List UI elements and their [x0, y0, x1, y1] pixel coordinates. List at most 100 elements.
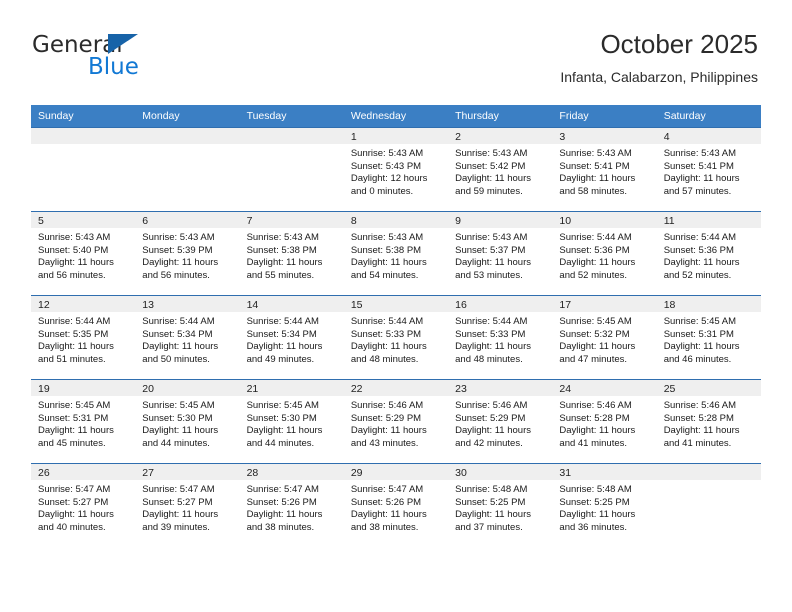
- calendar-day-cell[interactable]: 25 Sunrise: 5:46 AM Sunset: 5:28 PM Dayligh…: [656, 379, 761, 464]
- calendar-day-cell[interactable]: 22 Sunrise: 5:46 AM Sunset: 5:29 PM Dayligh…: [343, 379, 449, 464]
- title-block: October 2025 Infanta, Calabarzon, Philip…: [560, 28, 758, 87]
- day-number: 15: [343, 296, 449, 312]
- calendar-day-cell[interactable]: 8 Sunrise: 5:43 AM Sunset: 5:38 PM Daylight…: [343, 211, 449, 296]
- day-details: Sunrise: 5:45 AM Sunset: 5:30 PM Daylight:…: [135, 396, 239, 450]
- calendar-day-cell[interactable]: 14 Sunrise: 5:44 AM Sunset: 5:34 PM Dayligh…: [239, 295, 344, 380]
- day-sunset-text: Sunset: 5:28 PM: [559, 412, 630, 424]
- day-daylight1-text: Daylight: 11 hours: [38, 257, 114, 269]
- day-details: Sunrise: 5:43 AM Sunset: 5:39 PM Daylight:…: [135, 228, 239, 282]
- calendar-day-cell[interactable]: 10 Sunrise: 5:44 AM Sunset: 5:36 PM Dayligh…: [552, 211, 657, 296]
- day-daylight1-text: Daylight: 11 hours: [663, 257, 740, 269]
- day-daylight1-text: Daylight: 11 hours: [663, 173, 740, 185]
- day-daylight2-text: and 38 minutes.: [350, 521, 419, 533]
- calendar-day-cell[interactable]: 9 Sunrise: 5:43 AM Sunset: 5:37 PM Daylight…: [448, 211, 553, 296]
- day-details: Sunrise: 5:43 AM Sunset: 5:38 PM Daylight:…: [344, 228, 448, 282]
- general-blue-logo[interactable]: General Blue: [32, 32, 242, 92]
- day-number: 19: [31, 380, 136, 396]
- day-sunset-text: Sunset: 5:41 PM: [663, 160, 734, 172]
- day-daylight1-text: Daylight: 11 hours: [142, 341, 219, 353]
- day-number: 5: [31, 212, 136, 228]
- calendar-day-cell[interactable]: 27 Sunrise: 5:47 AM Sunset: 5:27 PM Dayligh…: [135, 463, 240, 547]
- day-daylight1-text: Daylight: 11 hours: [455, 257, 531, 269]
- logo-triangle-icon: [108, 34, 138, 54]
- day-daylight2-text: and 53 minutes.: [455, 269, 523, 281]
- calendar-day-cell[interactable]: 7 Sunrise: 5:43 AM Sunset: 5:38 PM Daylight…: [239, 211, 344, 296]
- calendar-day-cell[interactable]: 12 Sunrise: 5:44 AM Sunset: 5:35 PM Dayligh…: [31, 295, 136, 380]
- day-sunset-text: Sunset: 5:27 PM: [38, 496, 109, 508]
- calendar-day-cell[interactable]: 23 Sunrise: 5:46 AM Sunset: 5:29 PM Dayligh…: [448, 379, 553, 464]
- day-details: Sunrise: 5:45 AM Sunset: 5:30 PM Daylight:…: [240, 396, 344, 450]
- calendar-day-cell[interactable]: 21 Sunrise: 5:45 AM Sunset: 5:30 PM Dayligh…: [239, 379, 344, 464]
- day-daylight1-text: Daylight: 11 hours: [350, 425, 427, 437]
- calendar-day-cell[interactable]: 31 Sunrise: 5:48 AM Sunset: 5:25 PM Dayligh…: [552, 463, 657, 547]
- calendar-week-row: 12 Sunrise: 5:44 AM Sunset: 5:35 PM Dayligh…: [31, 295, 761, 380]
- day-sunrise-text: Sunrise: 5:43 AM: [663, 148, 737, 159]
- day-details: [135, 144, 239, 148]
- day-sunrise-text: Sunrise: 5:46 AM: [350, 400, 424, 411]
- calendar-day-cell[interactable]: 26 Sunrise: 5:47 AM Sunset: 5:27 PM Dayligh…: [31, 463, 136, 547]
- day-number: 18: [656, 296, 761, 312]
- day-sunset-text: Sunset: 5:30 PM: [246, 412, 317, 424]
- calendar-day-cell[interactable]: 28 Sunrise: 5:47 AM Sunset: 5:26 PM Dayligh…: [239, 463, 344, 547]
- calendar-day-cell[interactable]: 20 Sunrise: 5:45 AM Sunset: 5:30 PM Dayligh…: [135, 379, 240, 464]
- day-sunset-text: Sunset: 5:33 PM: [455, 328, 526, 340]
- calendar-day-cell[interactable]: 18 Sunrise: 5:45 AM Sunset: 5:31 PM Dayligh…: [656, 295, 761, 380]
- month-calendar: Sunday Monday Tuesday Wednesday Thursday…: [31, 105, 761, 547]
- day-daylight2-text: and 38 minutes.: [246, 521, 315, 533]
- day-number: 17: [552, 296, 657, 312]
- calendar-day-cell[interactable]: 24 Sunrise: 5:46 AM Sunset: 5:28 PM Dayligh…: [552, 379, 657, 464]
- day-number: 23: [448, 380, 553, 396]
- day-number: 22: [343, 380, 449, 396]
- calendar-day-cell[interactable]: 16 Sunrise: 5:44 AM Sunset: 5:33 PM Dayligh…: [448, 295, 553, 380]
- calendar-day-cell[interactable]: 19 Sunrise: 5:45 AM Sunset: 5:31 PM Dayligh…: [31, 379, 136, 464]
- calendar-day-cell[interactable]: 29 Sunrise: 5:47 AM Sunset: 5:26 PM Dayligh…: [343, 463, 449, 547]
- day-daylight2-text: and 57 minutes.: [663, 185, 732, 197]
- day-daylight1-text: Daylight: 11 hours: [38, 341, 114, 353]
- calendar-day-cell[interactable]: 5 Sunrise: 5:43 AM Sunset: 5:40 PM Daylight…: [31, 211, 136, 296]
- calendar-day-cell[interactable]: 2 Sunrise: 5:43 AM Sunset: 5:42 PM Daylight…: [448, 127, 553, 212]
- day-details: Sunrise: 5:48 AM Sunset: 5:25 PM Daylight:…: [448, 480, 552, 534]
- calendar-day-cell[interactable]: 1 Sunrise: 5:43 AM Sunset: 5:43 PM Daylight…: [343, 127, 449, 212]
- day-daylight1-text: Daylight: 11 hours: [559, 341, 636, 353]
- day-daylight1-text: Daylight: 11 hours: [350, 509, 427, 521]
- calendar-day-cell[interactable]: 17 Sunrise: 5:45 AM Sunset: 5:32 PM Dayligh…: [552, 295, 657, 380]
- day-sunrise-text: Sunrise: 5:44 AM: [455, 316, 528, 327]
- calendar-day-cell[interactable]: 13 Sunrise: 5:44 AM Sunset: 5:34 PM Dayligh…: [135, 295, 240, 380]
- day-sunrise-text: Sunrise: 5:48 AM: [455, 484, 528, 495]
- calendar-day-cell[interactable]: 30 Sunrise: 5:48 AM Sunset: 5:25 PM Dayligh…: [448, 463, 553, 547]
- day-sunset-text: Sunset: 5:32 PM: [559, 328, 630, 340]
- day-number: 1: [343, 128, 449, 144]
- day-sunset-text: Sunset: 5:37 PM: [455, 244, 526, 256]
- day-sunset-text: Sunset: 5:26 PM: [246, 496, 317, 508]
- day-daylight2-text: and 36 minutes.: [559, 521, 628, 533]
- page-header: General Blue October 2025 Infanta, Calab…: [32, 28, 758, 100]
- day-sunrise-text: Sunrise: 5:45 AM: [246, 400, 319, 411]
- calendar-day-cell-empty: [135, 127, 240, 212]
- calendar-day-cell[interactable]: 3 Sunrise: 5:43 AM Sunset: 5:41 PM Daylight…: [552, 127, 657, 212]
- calendar-day-cell[interactable]: 6 Sunrise: 5:43 AM Sunset: 5:39 PM Daylight…: [135, 211, 240, 296]
- page-title: October 2025: [600, 29, 758, 59]
- calendar-day-cell[interactable]: 4 Sunrise: 5:43 AM Sunset: 5:41 PM Daylight…: [656, 127, 761, 212]
- calendar-day-cell[interactable]: 15 Sunrise: 5:44 AM Sunset: 5:33 PM Dayligh…: [343, 295, 449, 380]
- day-sunset-text: Sunset: 5:25 PM: [455, 496, 526, 508]
- day-daylight2-text: and 41 minutes.: [559, 437, 628, 449]
- day-daylight2-text: and 43 minutes.: [350, 437, 419, 449]
- day-number: 6: [135, 212, 240, 228]
- day-daylight2-text: and 48 minutes.: [455, 353, 523, 365]
- day-sunrise-text: Sunrise: 5:46 AM: [559, 400, 632, 411]
- day-sunset-text: Sunset: 5:40 PM: [38, 244, 109, 256]
- day-daylight1-text: Daylight: 11 hours: [455, 425, 531, 437]
- day-sunset-text: Sunset: 5:41 PM: [559, 160, 630, 172]
- day-number: [239, 128, 344, 144]
- day-daylight2-text: and 46 minutes.: [663, 353, 732, 365]
- day-details: Sunrise: 5:46 AM Sunset: 5:28 PM Daylight:…: [657, 396, 761, 450]
- day-sunrise-text: Sunrise: 5:43 AM: [350, 232, 424, 243]
- day-number: [656, 464, 761, 480]
- day-sunset-text: Sunset: 5:36 PM: [559, 244, 630, 256]
- day-details: Sunrise: 5:47 AM Sunset: 5:27 PM Daylight:…: [31, 480, 135, 534]
- day-details: Sunrise: 5:45 AM Sunset: 5:31 PM Daylight:…: [31, 396, 135, 450]
- weekday-header-wednesday: Wednesday: [343, 105, 449, 128]
- day-daylight2-text: and 56 minutes.: [38, 269, 106, 281]
- day-daylight2-text: and 51 minutes.: [38, 353, 106, 365]
- calendar-day-cell[interactable]: 11 Sunrise: 5:44 AM Sunset: 5:36 PM Dayligh…: [656, 211, 761, 296]
